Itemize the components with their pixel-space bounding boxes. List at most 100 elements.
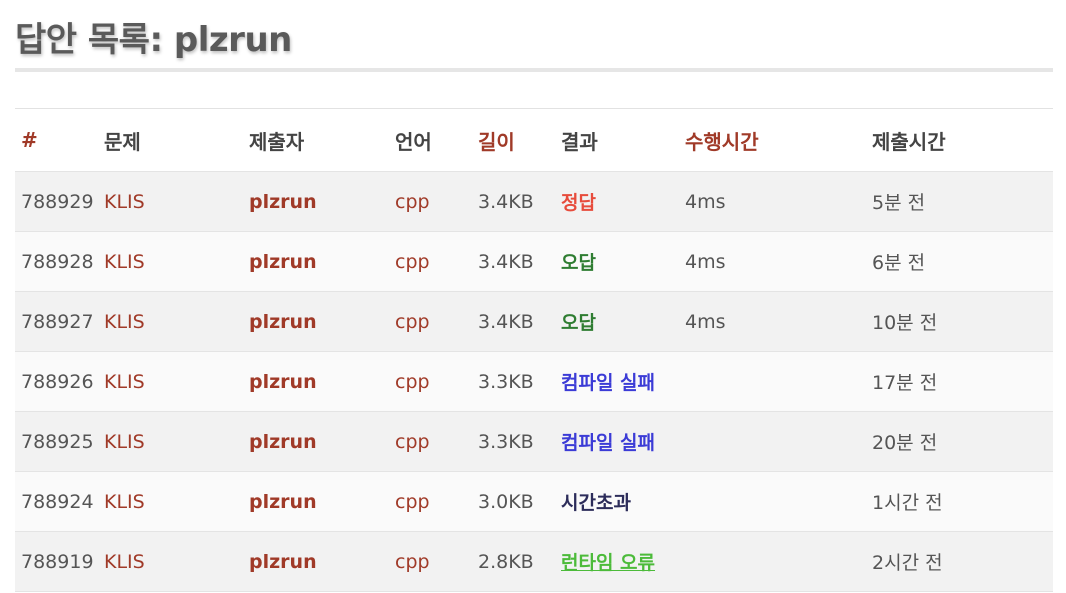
result-link[interactable]: 컴파일 실패 (561, 372, 655, 394)
cell-time (679, 351, 866, 412)
cell-language: cpp (389, 411, 472, 472)
problem-link[interactable]: KLIS (104, 371, 145, 393)
cell-length: 3.4KB (472, 291, 555, 352)
cell-problem: KLIS (98, 351, 243, 412)
table-row: 788919 KLIS plzrun cpp 2.8KB 런타임 오류 2시간 전 (15, 531, 1053, 592)
code-length: 3.3KB (478, 370, 534, 393)
cell-result: 컴파일 실패 (555, 351, 679, 412)
submission-id: 788924 (21, 490, 94, 513)
problem-link[interactable]: KLIS (104, 311, 145, 333)
cell-result: 시간초과 (555, 471, 679, 532)
submitted-time: 10분 전 (872, 312, 938, 334)
submitted-time: 17분 전 (872, 372, 938, 394)
user-link[interactable]: plzrun (249, 431, 317, 453)
cell-length: 3.4KB (472, 171, 555, 232)
cell-id: 788924 (15, 471, 98, 532)
cell-user: plzrun (243, 531, 389, 592)
result-link[interactable]: 시간초과 (561, 492, 631, 514)
cell-user: plzrun (243, 411, 389, 472)
cell-problem: KLIS (98, 171, 243, 232)
code-length: 3.3KB (478, 430, 534, 453)
cell-time (679, 411, 866, 472)
cell-submitted: 10분 전 (866, 291, 1053, 352)
cell-user: plzrun (243, 471, 389, 532)
user-link[interactable]: plzrun (249, 491, 317, 513)
language-link[interactable]: cpp (395, 311, 430, 333)
submission-list-page: 답안 목록: plzrun # 문제 제출자 언어 길이 결과 수행시간 제출시… (0, 0, 1066, 593)
language-link[interactable]: cpp (395, 431, 430, 453)
submitted-time: 5분 전 (872, 192, 926, 214)
table-row: 788926 KLIS plzrun cpp 3.3KB 컴파일 실패 17분 전 (15, 351, 1053, 412)
problem-link[interactable]: KLIS (104, 251, 145, 273)
problem-link[interactable]: KLIS (104, 431, 145, 453)
language-link[interactable]: cpp (395, 551, 430, 573)
cell-submitted: 6분 전 (866, 231, 1053, 292)
cell-length: 3.0KB (472, 471, 555, 532)
cell-problem: KLIS (98, 531, 243, 592)
page-title: 답안 목록: plzrun (15, 20, 292, 60)
cell-language: cpp (389, 171, 472, 232)
problem-link[interactable]: KLIS (104, 551, 145, 573)
header-time-sort[interactable]: 수행시간 (679, 109, 866, 172)
result-link[interactable]: 오답 (561, 252, 596, 274)
submission-id: 788926 (21, 370, 94, 393)
cell-problem: KLIS (98, 471, 243, 532)
submission-id: 788925 (21, 430, 94, 453)
result-link[interactable]: 정답 (561, 192, 596, 214)
cell-problem: KLIS (98, 411, 243, 472)
code-length: 2.8KB (478, 550, 534, 573)
table-row: 788927 KLIS plzrun cpp 3.4KB 오답 4ms 10분 전 (15, 291, 1053, 352)
cell-submitted: 2시간 전 (866, 531, 1053, 592)
language-link[interactable]: cpp (395, 191, 430, 213)
cell-language: cpp (389, 231, 472, 292)
cell-language: cpp (389, 471, 472, 532)
table-row: 788924 KLIS plzrun cpp 3.0KB 시간초과 1시간 전 (15, 471, 1053, 532)
cell-submitted: 1시간 전 (866, 471, 1053, 532)
cell-problem: KLIS (98, 291, 243, 352)
problem-link[interactable]: KLIS (104, 491, 145, 513)
cell-id: 788929 (15, 171, 98, 232)
code-length: 3.4KB (478, 310, 534, 333)
cell-time (679, 531, 866, 592)
table-row: 788928 KLIS plzrun cpp 3.4KB 오답 4ms 6분 전 (15, 231, 1053, 292)
result-link[interactable]: 런타임 오류 (561, 552, 655, 574)
language-link[interactable]: cpp (395, 371, 430, 393)
header-problem: 문제 (104, 129, 141, 154)
table-row: 788925 KLIS plzrun cpp 3.3KB 컴파일 실패 20분 전 (15, 411, 1053, 472)
cell-language: cpp (389, 531, 472, 592)
user-link[interactable]: plzrun (249, 371, 317, 393)
submitted-time: 1시간 전 (872, 492, 943, 514)
header-length-sort[interactable]: 길이 (472, 109, 555, 172)
user-link[interactable]: plzrun (249, 551, 317, 573)
cell-length: 3.3KB (472, 351, 555, 412)
cell-time: 4ms (679, 231, 866, 292)
cell-result: 오답 (555, 231, 679, 292)
language-link[interactable]: cpp (395, 251, 430, 273)
table-row: 788929 KLIS plzrun cpp 3.4KB 정답 4ms 5분 전 (15, 171, 1053, 232)
code-length: 3.4KB (478, 190, 534, 213)
submission-id: 788919 (21, 550, 94, 573)
cell-result: 런타임 오류 (555, 531, 679, 592)
cell-language: cpp (389, 351, 472, 412)
table-header-row: # 문제 제출자 언어 길이 결과 수행시간 제출시간 (15, 109, 1053, 172)
cell-time: 4ms (679, 291, 866, 352)
cell-result: 오답 (555, 291, 679, 352)
cell-problem: KLIS (98, 231, 243, 292)
cell-result: 정답 (555, 171, 679, 232)
result-link[interactable]: 컴파일 실패 (561, 432, 655, 454)
cell-user: plzrun (243, 231, 389, 292)
user-link[interactable]: plzrun (249, 191, 317, 213)
cell-length: 3.4KB (472, 231, 555, 292)
result-link[interactable]: 오답 (561, 312, 596, 334)
code-length: 3.4KB (478, 250, 534, 273)
cell-length: 2.8KB (472, 531, 555, 592)
user-link[interactable]: plzrun (249, 311, 317, 333)
cell-user: plzrun (243, 291, 389, 352)
submissions-table: # 문제 제출자 언어 길이 결과 수행시간 제출시간 788929 KLIS pl… (15, 108, 1053, 592)
cell-submitted: 5분 전 (866, 171, 1053, 232)
user-link[interactable]: plzrun (249, 251, 317, 273)
language-link[interactable]: cpp (395, 491, 430, 513)
header-id-sort[interactable]: # (15, 109, 98, 172)
cell-submitted: 17분 전 (866, 351, 1053, 412)
problem-link[interactable]: KLIS (104, 191, 145, 213)
